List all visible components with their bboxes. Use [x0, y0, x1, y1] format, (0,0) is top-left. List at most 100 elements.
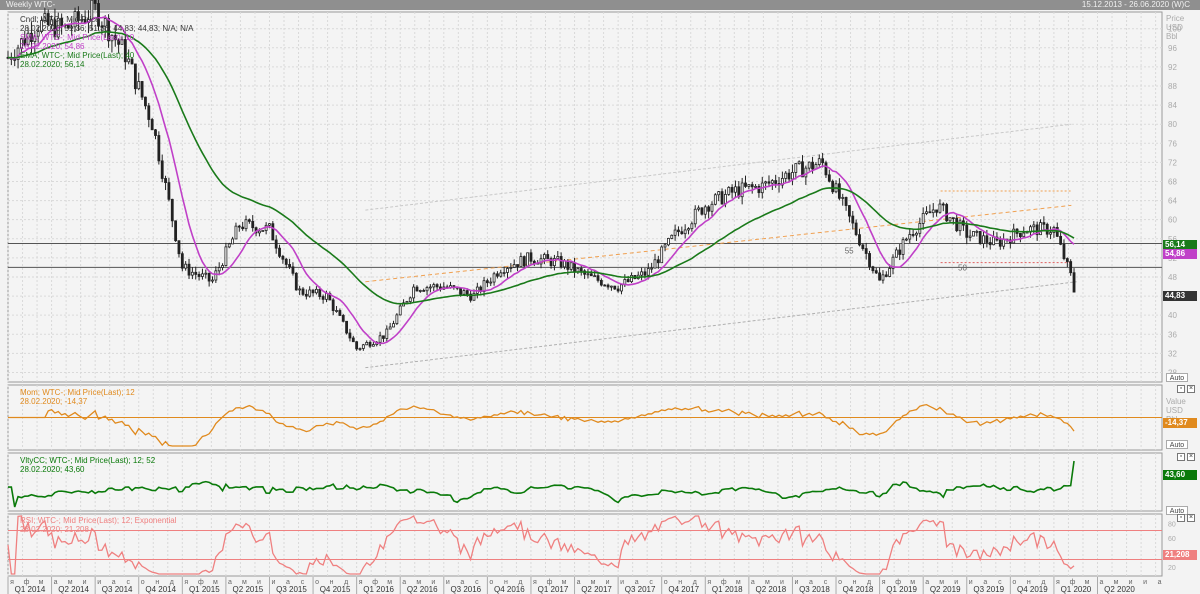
- candle-body: [197, 273, 201, 277]
- month-tick: и: [1143, 579, 1147, 586]
- month-tick: и: [969, 579, 973, 586]
- candle-body: [817, 158, 821, 165]
- candle-body: [868, 253, 871, 268]
- quarter-label: Q2 2018: [756, 585, 787, 594]
- candle-body: [271, 223, 275, 241]
- candle-body: [744, 182, 747, 187]
- candle-body: [982, 235, 985, 245]
- legend-sma-label: SMA; WTC-; Mid Price(Last); 10: [20, 33, 135, 42]
- candle-body: [519, 256, 523, 268]
- candle-body: [157, 135, 161, 162]
- candle-body: [727, 187, 731, 195]
- rsi-restore-button[interactable]: ▫: [1177, 514, 1185, 522]
- candle-body: [405, 301, 409, 304]
- candle-body: [304, 293, 308, 297]
- candle-body: [915, 232, 918, 236]
- candle-body: [485, 280, 489, 284]
- main-auto-button[interactable]: Auto: [1166, 373, 1188, 382]
- mom-auto-button[interactable]: Auto: [1166, 440, 1188, 449]
- vlty-restore-button[interactable]: ▫: [1177, 453, 1185, 461]
- vlty-close-button[interactable]: ×: [1187, 453, 1195, 461]
- candle-body: [864, 248, 868, 254]
- candle-body: [663, 244, 667, 248]
- candle-body: [174, 220, 178, 242]
- candle-body: [371, 344, 375, 347]
- candle-body: [385, 328, 389, 339]
- level-label-55: 55: [845, 247, 854, 256]
- candle-body: [177, 240, 181, 255]
- candle-body: [398, 305, 402, 316]
- candle-body: [650, 267, 654, 270]
- candle-body: [905, 238, 908, 241]
- candle-body: [945, 204, 949, 222]
- candle-body: [794, 163, 798, 173]
- candle-body: [666, 238, 670, 246]
- candle-body: [1059, 235, 1063, 245]
- candle-body: [693, 208, 697, 225]
- candle-body: [526, 252, 530, 267]
- candle-body: [948, 217, 952, 222]
- candle-body: [603, 284, 607, 287]
- mom-restore-button[interactable]: ▫: [1177, 385, 1185, 393]
- candle-body: [348, 332, 352, 339]
- quarter-label: Q2 2017: [581, 585, 612, 594]
- candle-body: [754, 185, 757, 188]
- candle-body: [190, 271, 194, 276]
- candle-body: [315, 288, 318, 294]
- y-tick-label: 68: [1168, 177, 1177, 186]
- month-tick: а: [1100, 579, 1104, 586]
- main-legend: Cndl; WTC-; Mid Price 28.02.2020; 51,36;…: [20, 15, 193, 69]
- candle-body: [677, 229, 680, 233]
- y-tick-label: 48: [1168, 273, 1177, 282]
- candle-body: [204, 272, 208, 275]
- candle-body: [841, 197, 845, 199]
- candle-body: [311, 289, 315, 294]
- mom-close-button[interactable]: ×: [1187, 385, 1195, 393]
- quarter-label: Q4 2015: [320, 585, 351, 594]
- rsi-close-button[interactable]: ×: [1187, 514, 1195, 522]
- candle-body: [522, 256, 526, 267]
- quarter-label: Q1 2020: [1061, 585, 1092, 594]
- y-tick-label: 60: [1168, 216, 1177, 225]
- candle-body: [392, 323, 395, 328]
- candle-body: [187, 263, 191, 276]
- candle-body: [559, 256, 563, 268]
- month-tick: я: [359, 579, 363, 586]
- candle-body: [268, 223, 271, 226]
- candle-body: [690, 223, 694, 230]
- vlty-legend-value: 28.02.2020; 43,60: [20, 465, 85, 474]
- candle-body: [630, 275, 633, 283]
- legend-ema-label: EMA; WTC-; Mid Price(Last); 40: [20, 51, 135, 60]
- candle-body: [147, 105, 151, 120]
- month-tick: и: [97, 579, 101, 586]
- candle-body: [335, 310, 338, 312]
- candle-body: [244, 219, 248, 230]
- quarter-label: Q3 2017: [625, 585, 656, 594]
- candle-body: [784, 172, 788, 179]
- candle-body: [231, 238, 235, 245]
- candle-body: [258, 230, 261, 234]
- month-tick: я: [10, 579, 14, 586]
- mom-legend-value: 28.02.2020; -14,37: [20, 397, 88, 406]
- month-tick: а: [925, 579, 929, 586]
- candle-body: [824, 162, 828, 176]
- quarter-label: Q4 2019: [1017, 585, 1048, 594]
- month-tick: о: [664, 579, 668, 586]
- candle-body: [757, 185, 761, 194]
- quarter-label: Q1 2016: [363, 585, 394, 594]
- candle-body: [988, 242, 992, 246]
- candle-body: [573, 262, 576, 273]
- candle-body: [358, 348, 362, 350]
- y-tick-label: 92: [1168, 63, 1177, 72]
- candle-body: [465, 290, 469, 295]
- candle-body: [858, 234, 861, 246]
- candle-body: [516, 264, 519, 268]
- quarter-label: Q2 2014: [58, 585, 89, 594]
- candle-body: [365, 342, 369, 346]
- close-value-badge: 44,83: [1163, 291, 1197, 301]
- month-tick: и: [620, 579, 624, 586]
- candle-body: [703, 206, 707, 215]
- quarter-label: Q4 2017: [668, 585, 699, 594]
- chart-canvas[interactable]: яфмамииасондяфмамииасондяфмамииасондяфма…: [0, 0, 1200, 594]
- y-tick-label: 76: [1168, 139, 1177, 148]
